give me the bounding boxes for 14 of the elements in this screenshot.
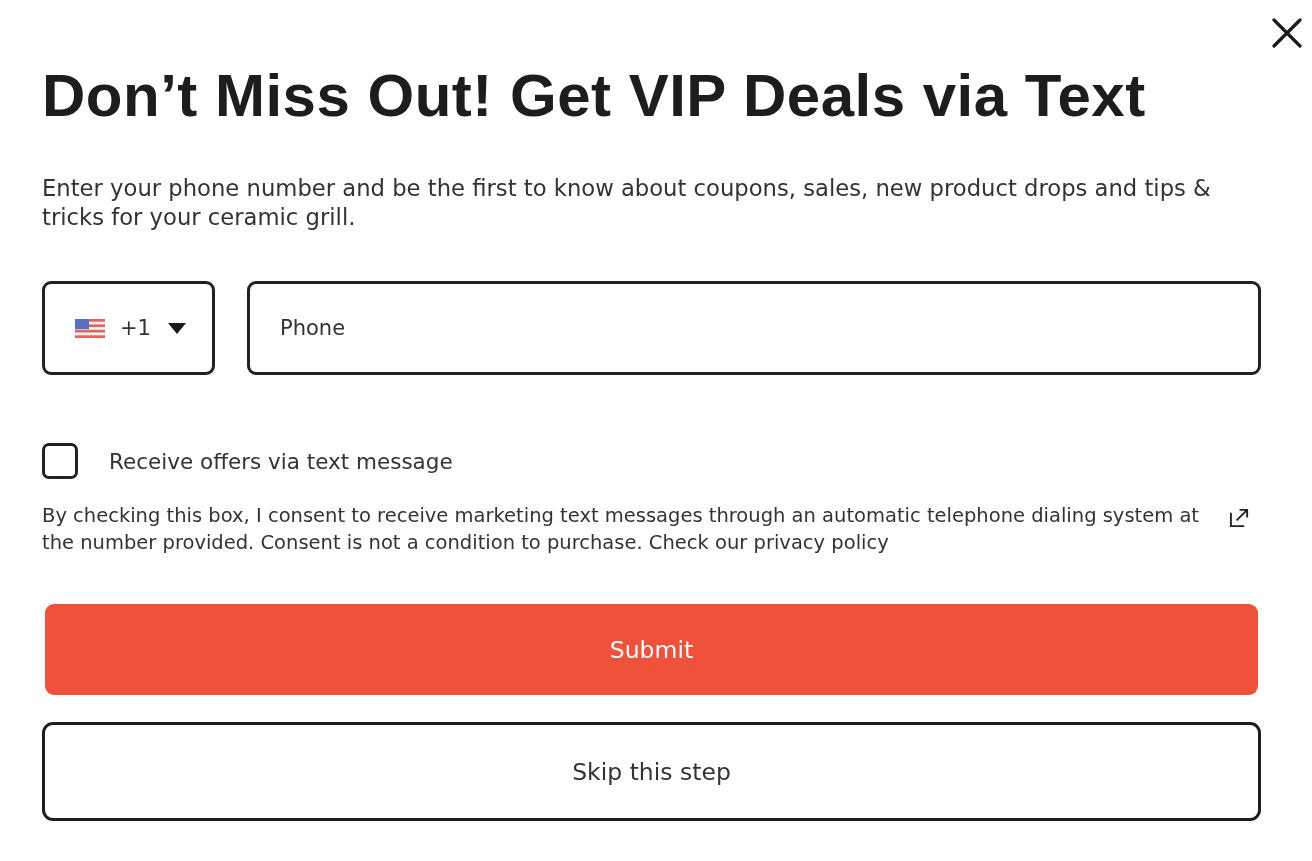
checkbox-label[interactable]: Receive offers via text message xyxy=(109,448,453,474)
checkbox[interactable] xyxy=(42,443,78,479)
close-icon xyxy=(1272,18,1302,48)
phone-input[interactable]: Phone xyxy=(247,281,1261,375)
external-link-icon[interactable] xyxy=(1229,507,1250,528)
skip-button[interactable]: Skip this step xyxy=(42,722,1261,821)
country-code-dropdown[interactable]: +1 xyxy=(42,281,215,375)
description-text: Enter your phone number and be the first to know about coupons, sales, new product drops and tips & tricks for your ceramic grill. xyxy=(42,174,1212,232)
submit-button[interactable]: Submit xyxy=(45,604,1258,695)
popup-title: Don’t Miss Out! Get VIP Deals via Text xyxy=(42,62,1146,130)
flag-icon xyxy=(75,318,105,338)
caret-icon xyxy=(167,322,186,334)
close-button[interactable] xyxy=(1272,18,1302,48)
consent-text: By checking this box, I consent to receive marketing text messages through an automatic telephone dialing system at the number provided. Consent is not a condition to purchase. Check our privacy policy xyxy=(42,503,1200,556)
